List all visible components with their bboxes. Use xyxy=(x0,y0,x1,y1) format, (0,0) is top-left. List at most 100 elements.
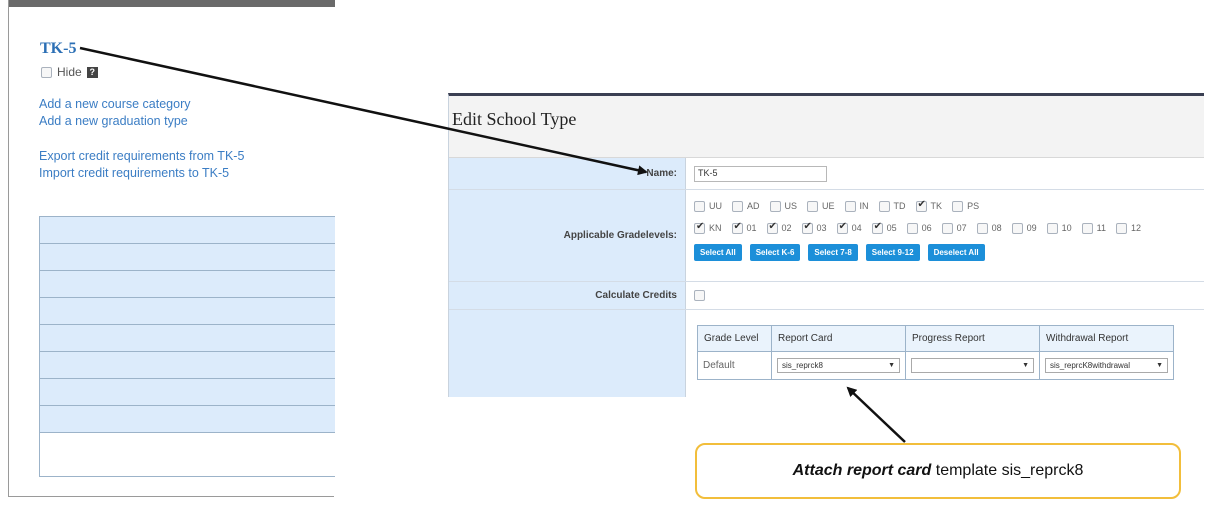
panel-top-border xyxy=(9,0,335,7)
gradelevel-label: PS xyxy=(967,201,980,211)
gradelevel-checkbox[interactable] xyxy=(769,200,781,212)
gradelevel-option: 07 xyxy=(941,222,967,234)
gradelevel-label: 04 xyxy=(851,223,862,233)
table-row xyxy=(40,217,335,244)
name-row: Name: TK-5 xyxy=(449,158,1204,190)
col-withdrawal-report: Withdrawal Report xyxy=(1039,325,1174,352)
gradelevel-checkbox[interactable] xyxy=(836,221,848,234)
table-row xyxy=(40,298,335,325)
table-row xyxy=(40,271,335,298)
help-icon[interactable]: ? xyxy=(86,66,98,78)
gradelevel-option: 04 xyxy=(836,221,862,234)
gradelevel-checkboxes-row-2: KN 01 02 03 04 05 06 07 08 09 10 11 12 xyxy=(694,218,1204,238)
table-row xyxy=(40,352,335,379)
gradelevel-checkbox[interactable] xyxy=(732,200,743,212)
gradelevel-option: UU xyxy=(694,200,722,212)
gradelevel-option: 09 xyxy=(1011,222,1037,234)
name-label: Name: xyxy=(449,158,686,189)
gradelevel-option: 01 xyxy=(731,221,757,234)
gradelevel-option: 03 xyxy=(801,221,827,234)
gradelevel-label: KN xyxy=(709,223,722,233)
gradelevel-label: 10 xyxy=(1061,223,1072,233)
withdrawal-report-select[interactable]: sis_reprcK8withdrawal ▼ xyxy=(1045,358,1168,373)
import-credit-requirements-link[interactable]: Import credit requirements to TK-5 xyxy=(39,166,229,180)
gradelevel-checkbox[interactable] xyxy=(1081,222,1093,234)
gradelevels-row: Applicable Gradelevels: UU AD US UE IN TD TK PS… xyxy=(449,190,1204,282)
gradelevel-checkbox[interactable] xyxy=(906,222,918,234)
report-card-select[interactable]: sis_reprck8 ▼ xyxy=(777,358,900,373)
table-row xyxy=(40,406,335,433)
gradelevel-checkbox[interactable] xyxy=(694,221,705,234)
progress-report-select[interactable]: ▼ xyxy=(911,358,1034,373)
grade-level-cell: Default xyxy=(697,351,772,380)
progress-report-cell: ▼ xyxy=(905,351,1040,380)
add-course-category-link[interactable]: Add a new course category xyxy=(39,97,190,111)
export-credit-requirements-link[interactable]: Export credit requirements from TK-5 xyxy=(39,149,244,163)
gradelevel-option: 02 xyxy=(766,221,792,234)
gradelevel-option: 11 xyxy=(1081,222,1107,234)
gradelevel-checkbox[interactable] xyxy=(952,200,964,212)
gradelevel-option: UE xyxy=(807,200,835,212)
report-card-value: sis_reprck8 xyxy=(782,361,823,370)
gradelevel-label: UU xyxy=(709,201,722,211)
gradelevel-checkbox[interactable] xyxy=(807,200,819,212)
gradelevel-checkbox[interactable] xyxy=(878,200,890,212)
calculate-credits-checkbox[interactable] xyxy=(694,290,705,301)
gradelevel-checkbox[interactable] xyxy=(844,200,856,212)
gradelevel-option: KN xyxy=(694,221,722,234)
gradelevel-checkbox[interactable] xyxy=(1116,222,1128,234)
gradelevel-option: 06 xyxy=(906,222,932,234)
gradelevel-label: TD xyxy=(893,201,906,211)
col-grade-level: Grade Level xyxy=(697,325,772,352)
callout-emphasis: Attach report card xyxy=(792,462,932,479)
gradelevel-checkbox[interactable] xyxy=(871,221,883,234)
gradelevel-label: 05 xyxy=(886,223,897,233)
gradelevel-checkbox[interactable] xyxy=(1011,222,1023,234)
gradelevel-label: 08 xyxy=(991,223,1002,233)
gradelevel-checkbox[interactable] xyxy=(766,221,778,234)
gradelevel-option: PS xyxy=(952,200,980,212)
select-7-8-button[interactable]: Select 7-8 xyxy=(808,244,858,261)
chevron-down-icon: ▼ xyxy=(1022,362,1029,369)
gradelevel-checkbox[interactable] xyxy=(801,221,813,234)
chevron-down-icon: ▼ xyxy=(888,362,895,369)
deselect-all-button[interactable]: Deselect All xyxy=(927,244,985,261)
gradelevel-label: IN xyxy=(859,201,869,211)
credit-requirements-table xyxy=(39,216,335,477)
gradelevel-option: 12 xyxy=(1116,222,1141,234)
table-row: Default sis_reprck8 ▼ ▼ sis_reprcK8withd… xyxy=(697,351,1174,380)
select-9-12-button[interactable]: Select 9-12 xyxy=(865,244,920,261)
col-progress-report: Progress Report xyxy=(905,325,1040,352)
col-report-card: Report Card xyxy=(771,325,906,352)
gradelevel-label: 09 xyxy=(1026,223,1037,233)
gradelevel-checkbox[interactable] xyxy=(915,199,927,212)
gradelevel-label: 03 xyxy=(816,223,827,233)
add-graduation-type-link[interactable]: Add a new graduation type xyxy=(39,114,188,128)
gradelevel-label: 11 xyxy=(1096,223,1107,233)
table-row xyxy=(40,325,335,352)
gradelevel-label: TK xyxy=(930,201,943,211)
gradelevel-checkbox[interactable] xyxy=(976,222,988,234)
gradelevel-option: TK xyxy=(915,199,943,212)
callout-text: template sis_reprck8 xyxy=(931,462,1084,479)
gradelevel-label: 02 xyxy=(781,223,792,233)
school-type-title-link[interactable]: TK-5 xyxy=(40,40,76,58)
school-type-panel: TK-5 Hide ? Add a new course category Ad… xyxy=(8,0,335,497)
report-card-cell: sis_reprck8 ▼ xyxy=(771,351,906,380)
name-input[interactable]: TK-5 xyxy=(694,166,827,182)
gradelevel-checkbox[interactable] xyxy=(941,222,953,234)
select-k6-button[interactable]: Select K-6 xyxy=(749,244,801,261)
report-templates-label-cell xyxy=(449,310,686,397)
gradelevels-label: Applicable Gradelevels: xyxy=(449,190,686,281)
form-title: Edit School Type xyxy=(452,109,577,129)
table-row xyxy=(40,433,335,476)
select-all-button[interactable]: Select All xyxy=(694,244,742,261)
gradelevel-checkbox[interactable] xyxy=(1046,222,1058,234)
table-row xyxy=(40,379,335,406)
hide-checkbox[interactable] xyxy=(41,66,52,78)
gradelevel-checkbox[interactable] xyxy=(731,221,743,234)
gradelevel-label: AD xyxy=(747,201,760,211)
report-templates-table: Grade Level Report Card Progress Report … xyxy=(697,325,1174,380)
gradelevel-checkbox[interactable] xyxy=(694,200,705,212)
withdrawal-report-value: sis_reprcK8withdrawal xyxy=(1050,361,1131,370)
